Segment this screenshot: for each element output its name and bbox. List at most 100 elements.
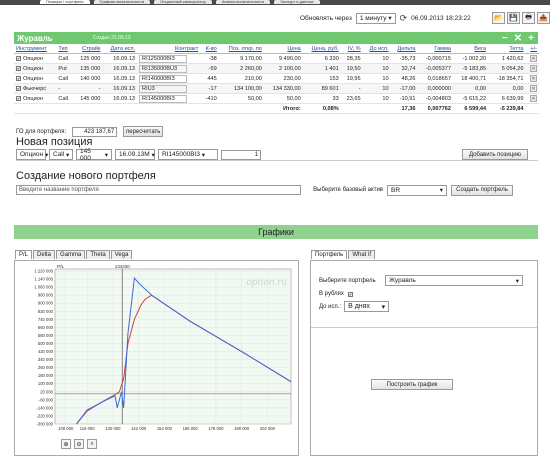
graph-tabs: P/L Delta Gamma Theta Vega bbox=[15, 250, 133, 259]
build-chart-button[interactable]: Построить график bbox=[371, 379, 453, 390]
col-header[interactable]: Тетта bbox=[488, 45, 526, 54]
remove-row-icon[interactable]: ✕ bbox=[530, 75, 537, 82]
minimize-icon[interactable]: − bbox=[502, 33, 508, 44]
open-icon[interactable]: 📂 bbox=[492, 12, 505, 24]
qty-input[interactable]: 1 bbox=[221, 149, 261, 160]
y-tick-label: 420 000 bbox=[38, 349, 54, 354]
create-portfolio-button[interactable]: Создать портфель bbox=[451, 184, 513, 196]
y-tick-label: 740 000 bbox=[38, 317, 54, 322]
table-cell: -1 002,20 bbox=[453, 53, 489, 64]
graph-tab-vega[interactable]: Vega bbox=[110, 250, 133, 259]
col-header[interactable]: Инструмент bbox=[14, 45, 57, 54]
divider bbox=[311, 327, 537, 328]
table-cell: 140 000 bbox=[72, 73, 103, 84]
col-header[interactable]: До исп. bbox=[362, 45, 391, 54]
print-icon[interactable]: 🖶 bbox=[522, 12, 535, 24]
col-header[interactable]: Поз. откр. по bbox=[218, 45, 264, 54]
col-header[interactable]: Дата исп. bbox=[102, 45, 138, 54]
x-tick-label: 178 000 bbox=[208, 426, 224, 431]
remove-row-icon[interactable]: ✕ bbox=[530, 85, 537, 92]
remove-row-icon[interactable]: ✕ bbox=[530, 65, 537, 72]
y-axis-label: P/L bbox=[57, 264, 65, 270]
base-asset-select[interactable]: BR ▾ bbox=[387, 184, 447, 196]
table-cell: 10 bbox=[362, 53, 391, 64]
date-select[interactable]: 16.09.13М ▾ bbox=[115, 149, 155, 160]
cursor-label: 134330 bbox=[115, 264, 131, 269]
row-checkbox[interactable]: ✔ bbox=[16, 85, 21, 91]
save-icon[interactable]: 💾 bbox=[507, 12, 520, 24]
col-header[interactable]: К-во bbox=[200, 45, 219, 54]
strike-select[interactable]: 145 000 ▾ bbox=[76, 148, 112, 162]
col-header[interactable]: Вега bbox=[453, 45, 489, 54]
col-header[interactable]: Гамма bbox=[417, 45, 453, 54]
table-cell: - bbox=[72, 83, 103, 94]
refresh-bar: Обновлять через 1 минуту ▾ ⟳ 06.09.2013 … bbox=[300, 10, 550, 26]
type-select[interactable]: Call ▾ bbox=[49, 149, 73, 160]
exp-select[interactable]: В днях ▾ bbox=[344, 301, 390, 312]
table-cell: 134 330,00 bbox=[263, 83, 303, 94]
remove-row-icon[interactable]: ✕ bbox=[530, 55, 537, 62]
topnav-tab-2[interactable]: Опционный калькулятор bbox=[154, 0, 212, 4]
topnav-tab-1[interactable]: Графики волатильности bbox=[93, 0, 151, 4]
graph-tab-delta[interactable]: Delta bbox=[33, 250, 56, 259]
table-cell: ✔ Опцион bbox=[14, 93, 57, 104]
rub-checkbox[interactable]: ✔ bbox=[347, 291, 353, 297]
table-cell: 145 000 bbox=[72, 93, 103, 104]
table-cell: 0,000000 bbox=[417, 83, 453, 94]
table-cell: 6 639,99 bbox=[488, 93, 526, 104]
table-cell: ✔ Опцион bbox=[14, 73, 57, 84]
table-cell: 18 400,71 bbox=[453, 73, 489, 84]
table-cell: 230,00 bbox=[263, 73, 303, 84]
topnav-tab-3[interactable]: Анализ волатильности bbox=[215, 0, 271, 4]
graph-tab-gamma[interactable]: Gamma bbox=[56, 250, 86, 259]
row-checkbox[interactable]: ✔ bbox=[16, 55, 21, 61]
row-checkbox[interactable]: ✔ bbox=[16, 75, 21, 81]
row-checkbox[interactable]: ✔ bbox=[16, 65, 21, 71]
table-row: ✔ Опцион Call 145 000 16.09.13 RI145000BI3 -41… bbox=[14, 93, 539, 104]
zoom-reset-icon[interactable]: ⌕ bbox=[87, 439, 97, 449]
portfolio-select[interactable]: Журавль ▾ bbox=[385, 275, 523, 286]
add-position-button[interactable]: Добавить позицию bbox=[462, 149, 528, 160]
recalc-button[interactable]: пересчитать bbox=[123, 126, 164, 137]
export-icon[interactable]: 📤 bbox=[537, 12, 550, 24]
topnav-tab-0[interactable]: Позиции / портфели bbox=[40, 0, 90, 4]
refresh-icon[interactable]: ⟳ bbox=[400, 13, 408, 24]
right-tab-0[interactable]: Портфель bbox=[311, 250, 348, 259]
instrument-select[interactable]: Опцион ▾ bbox=[16, 149, 48, 160]
col-header[interactable]: Контракт bbox=[137, 45, 201, 54]
zoom-controls: ⊕ ⊖ ⌕ bbox=[61, 439, 97, 449]
refresh-interval-select[interactable]: 1 минуту ▾ bbox=[355, 12, 396, 24]
add-icon[interactable]: + bbox=[528, 33, 534, 44]
portfolio-name-input[interactable]: Введите название портфеля bbox=[16, 185, 301, 195]
table-cell: 2 100,00 bbox=[263, 63, 303, 74]
portfolio-select-label: Выберите портфель bbox=[319, 277, 376, 284]
topnav-tab-4[interactable]: Экспорт и данные bbox=[274, 0, 320, 4]
pl-chart: 1 220 000 1 140 000 1 060 000 980 000 900 00… bbox=[34, 264, 292, 431]
col-header[interactable]: Цена bbox=[263, 45, 303, 54]
col-header[interactable]: Дельта bbox=[390, 45, 418, 54]
graph-tab-pl[interactable]: P/L bbox=[15, 250, 33, 259]
y-tick-label: 580 000 bbox=[38, 333, 54, 338]
zoom-out-icon[interactable]: ⊖ bbox=[74, 439, 84, 449]
col-header[interactable]: +/- bbox=[525, 45, 539, 54]
remove-row-icon[interactable]: ✕ bbox=[530, 95, 537, 102]
graph-tab-theta[interactable]: Theta bbox=[86, 250, 110, 259]
right-tab-1[interactable]: What if bbox=[348, 250, 375, 259]
close-icon[interactable]: ✕ bbox=[514, 33, 522, 44]
col-header[interactable]: Страйк bbox=[72, 45, 103, 54]
row-checkbox[interactable]: ✔ bbox=[16, 95, 21, 101]
table-cell: Call bbox=[56, 73, 73, 84]
top-nav: Позиции / портфели Графики волатильности О… bbox=[0, 0, 550, 5]
table-cell: 6 330 bbox=[302, 53, 341, 64]
col-header[interactable]: IV, % bbox=[340, 45, 363, 54]
col-header[interactable]: Тип bbox=[56, 45, 73, 54]
positions-table: Инструмент Тип Страйк Дата исп. Контракт К-во… bbox=[14, 45, 539, 114]
table-row: ✔ Опцион Call 140 000 16.09.13 RI140000BI3 445… bbox=[14, 73, 539, 84]
zoom-in-icon[interactable]: ⊕ bbox=[61, 439, 71, 449]
y-tick-label: 100 000 bbox=[38, 381, 54, 386]
col-header[interactable]: Цена, руб. bbox=[302, 45, 341, 54]
table-cell: 153 bbox=[302, 73, 341, 84]
new-portfolio-title: Создание нового портфеля bbox=[16, 170, 156, 182]
contract-select[interactable]: RI145000BI3 ▾ bbox=[158, 149, 218, 160]
table-cell: 2 260,00 bbox=[218, 63, 264, 74]
